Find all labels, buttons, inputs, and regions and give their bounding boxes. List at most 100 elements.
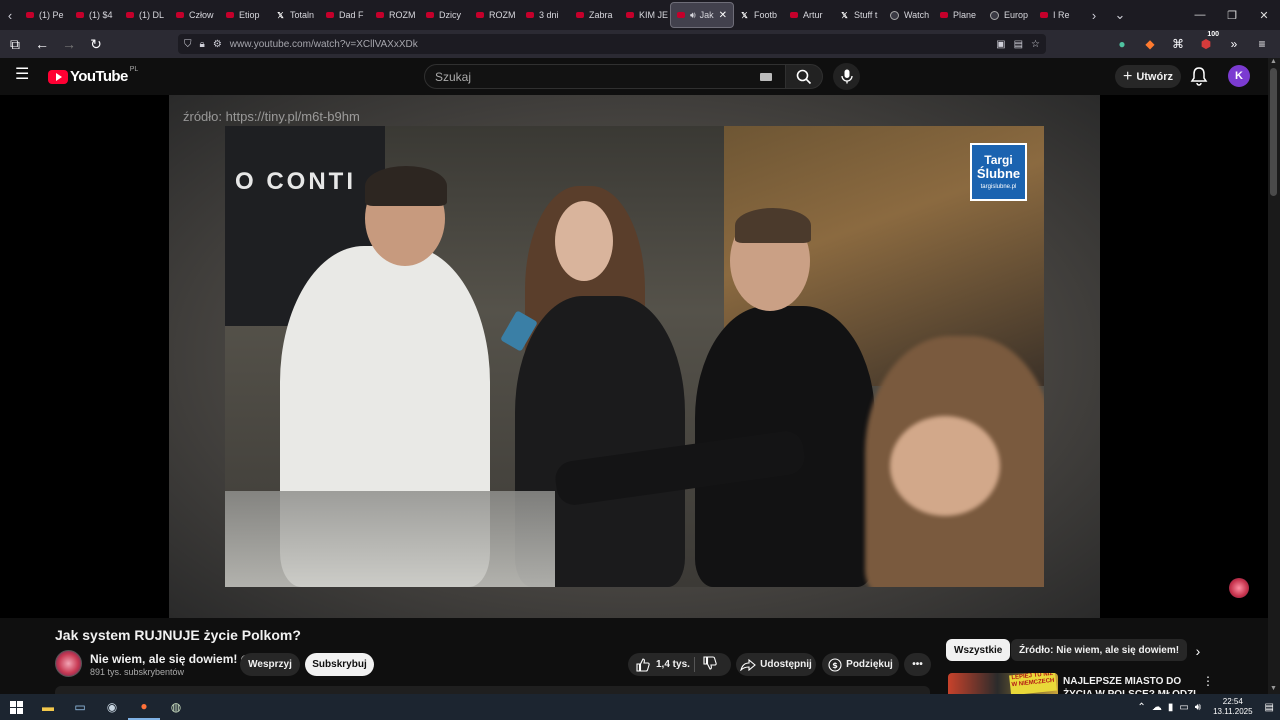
search-input[interactable]: Szukaj <box>424 64 787 89</box>
browser-tab[interactable]: 🔊︎ Jak ✕ <box>670 2 734 28</box>
file-explorer-icon[interactable]: ▬ <box>32 694 64 720</box>
browser-tab[interactable]: 𝕏 Footb <box>734 2 784 28</box>
subscribe-button[interactable]: Subskrybuj <box>305 653 374 676</box>
browser-tab[interactable]: ROZM <box>470 2 520 28</box>
browser-tab[interactable]: Człow <box>170 2 220 28</box>
app-icon[interactable]: ◍ <box>160 694 192 720</box>
video-frame[interactable]: O CONTI Targi Ślubne targislubne.pl źród… <box>169 95 1100 618</box>
browser-tab[interactable]: Watch <box>884 2 934 28</box>
back-icon[interactable]: ← <box>30 32 54 56</box>
address-bar[interactable]: ⛉ 🔒︎ ⚙ www.youtube.com/watch?v=XCllVAXxX… <box>178 34 1046 54</box>
keyboard-icon[interactable] <box>760 72 772 81</box>
reload-icon[interactable]: ↻ <box>84 32 108 56</box>
guide-menu-icon[interactable]: ☰ <box>15 67 33 83</box>
fox-extension-icon[interactable]: ◆ <box>1138 32 1162 56</box>
page-scrollbar[interactable]: ▲ ▼ <box>1268 58 1280 694</box>
tab-scroll-right-icon[interactable]: › <box>1084 0 1104 30</box>
recommendation-title[interactable]: NAJLEPSZE MIASTO DO ŻYCIA W POLSCE? MŁOD… <box>1063 675 1203 694</box>
browser-tab[interactable]: Dad F <box>320 2 370 28</box>
youtube-header: ☰ YouTube PL Szukaj + Utwórz K <box>0 58 1268 95</box>
browser-tab[interactable]: Etiop <box>220 2 270 28</box>
thanks-button[interactable]: $ Podziękuj <box>822 653 899 676</box>
channel-avatar[interactable] <box>55 650 82 677</box>
support-button[interactable]: Wesprzyj <box>240 653 300 676</box>
x-icon: 𝕏 <box>741 10 748 20</box>
volume-icon[interactable]: 🔊︎ <box>1195 702 1201 713</box>
vpn-extension-icon[interactable]: ● <box>1110 32 1134 56</box>
restore-icon[interactable]: ❐ <box>1216 0 1248 30</box>
scroll-down-icon[interactable]: ▼ <box>1270 685 1277 692</box>
voice-search-button[interactable] <box>833 63 860 90</box>
browser-tab[interactable]: KIM JE <box>620 2 670 28</box>
create-button[interactable]: + Utwórz <box>1115 65 1181 88</box>
forward-icon[interactable]: → <box>57 32 81 56</box>
browser-tab[interactable]: Zabra <box>570 2 620 28</box>
chips-next-icon[interactable]: › <box>1187 640 1209 662</box>
computer-icon[interactable]: ▭ <box>64 694 96 720</box>
cloud-icon[interactable]: ☁ <box>1152 702 1162 713</box>
picture-in-picture-icon[interactable]: ▣ <box>996 39 1005 50</box>
overflow-chevron-icon[interactable]: » <box>1222 32 1246 56</box>
recommendation-menu-icon[interactable]: ⋮ <box>1202 674 1214 688</box>
browser-tab[interactable]: Europ <box>984 2 1034 28</box>
notifications-center-icon[interactable]: ▤ <box>1265 702 1274 713</box>
share-button[interactable]: Udostępnij <box>736 653 816 676</box>
adblock-extension-icon[interactable]: ⬢ 100 <box>1194 31 1220 56</box>
channel-watermark[interactable] <box>1229 578 1249 598</box>
tab-list-dropdown-icon[interactable]: ⌄ <box>1110 0 1130 30</box>
recommendation-thumbnail[interactable]: LEPIEJ TU NIŻ W NIEMCZECH <box>948 673 1058 694</box>
url-text[interactable]: www.youtube.com/watch?v=XCllVAXxXDk <box>230 39 418 50</box>
scrollbar-thumb[interactable] <box>1270 68 1277 196</box>
extensions-puzzle-icon[interactable]: ⌘ <box>1166 32 1190 56</box>
tab-scroll-left-icon[interactable]: ‹ <box>0 0 20 30</box>
video-player[interactable]: O CONTI Targi Ślubne targislubne.pl źród… <box>0 95 1268 618</box>
notifications-button[interactable] <box>1190 66 1210 86</box>
tray-expand-icon[interactable]: ⌃ <box>1137 702 1145 713</box>
lock-icon[interactable]: 🔒︎ <box>200 39 205 50</box>
close-tab-icon[interactable]: ✕ <box>719 10 727 21</box>
search-button[interactable] <box>785 64 823 89</box>
app-menu-icon[interactable]: ≡ <box>1250 32 1274 56</box>
youtube-icon <box>626 12 634 18</box>
browser-tab[interactable]: I Re <box>1034 2 1084 28</box>
browser-tab-label: Dzicy <box>439 10 461 20</box>
windows-logo-icon <box>9 700 23 714</box>
youtube-play-icon <box>48 69 68 84</box>
browser-tab[interactable]: Plane <box>934 2 984 28</box>
chip-source-channel[interactable]: Źródło: Nie wiem, ale się dowiem! <box>1011 639 1188 661</box>
browser-tab[interactable]: 3 dni <box>520 2 570 28</box>
browser-tab[interactable]: (1) Pe <box>20 2 70 28</box>
browser-tab[interactable]: Dzicy <box>420 2 470 28</box>
steam-icon[interactable]: ◉ <box>96 694 128 720</box>
start-button[interactable] <box>0 694 32 720</box>
usb-icon[interactable]: ▮ <box>1168 702 1174 713</box>
close-window-icon[interactable]: ✕ <box>1248 0 1280 30</box>
browser-tab[interactable]: ROZM <box>370 2 420 28</box>
speaker-icon[interactable]: 🔊︎ <box>690 10 696 21</box>
browser-tab[interactable]: (1) $4 <box>70 2 120 28</box>
scroll-up-icon[interactable]: ▲ <box>1270 58 1277 65</box>
bookmark-star-icon[interactable]: ☆ <box>1031 39 1040 50</box>
chip-all[interactable]: Wszystkie <box>946 639 1011 661</box>
clock[interactable]: 22:54 13.11.2025 <box>1213 697 1252 717</box>
browser-tab[interactable]: 𝕏 Stuff t <box>834 2 884 28</box>
browser-tab[interactable]: (1) DL <box>120 2 170 28</box>
youtube-logo[interactable]: YouTube PL <box>48 66 138 85</box>
firefox-icon[interactable]: ● <box>128 694 160 720</box>
sidebar-toggle-icon[interactable]: ⧉ <box>3 32 27 56</box>
minimize-icon[interactable]: — <box>1184 0 1216 30</box>
account-avatar[interactable]: K <box>1228 65 1250 87</box>
channel-name-text[interactable]: Nie wiem, ale się dowiem! <box>90 652 237 666</box>
shield-icon[interactable]: ⛉ <box>184 39 192 50</box>
permissions-icon[interactable]: ⚙ <box>213 39 222 50</box>
browser-tab-label: ROZM <box>489 10 516 20</box>
reader-view-icon[interactable]: ▤ <box>1014 39 1023 50</box>
thumbs-down-icon[interactable] <box>703 656 717 670</box>
description-box[interactable] <box>55 686 930 694</box>
like-button[interactable]: 1,4 tys. <box>628 653 731 676</box>
channel-name[interactable]: Nie wiem, ale się dowiem! ✓ <box>90 652 251 666</box>
more-actions-icon[interactable]: ••• <box>904 653 931 676</box>
browser-tab[interactable]: 𝕏 Totaln <box>270 2 320 28</box>
browser-tab[interactable]: Artur <box>784 2 834 28</box>
network-icon[interactable]: ▭ <box>1179 702 1188 713</box>
